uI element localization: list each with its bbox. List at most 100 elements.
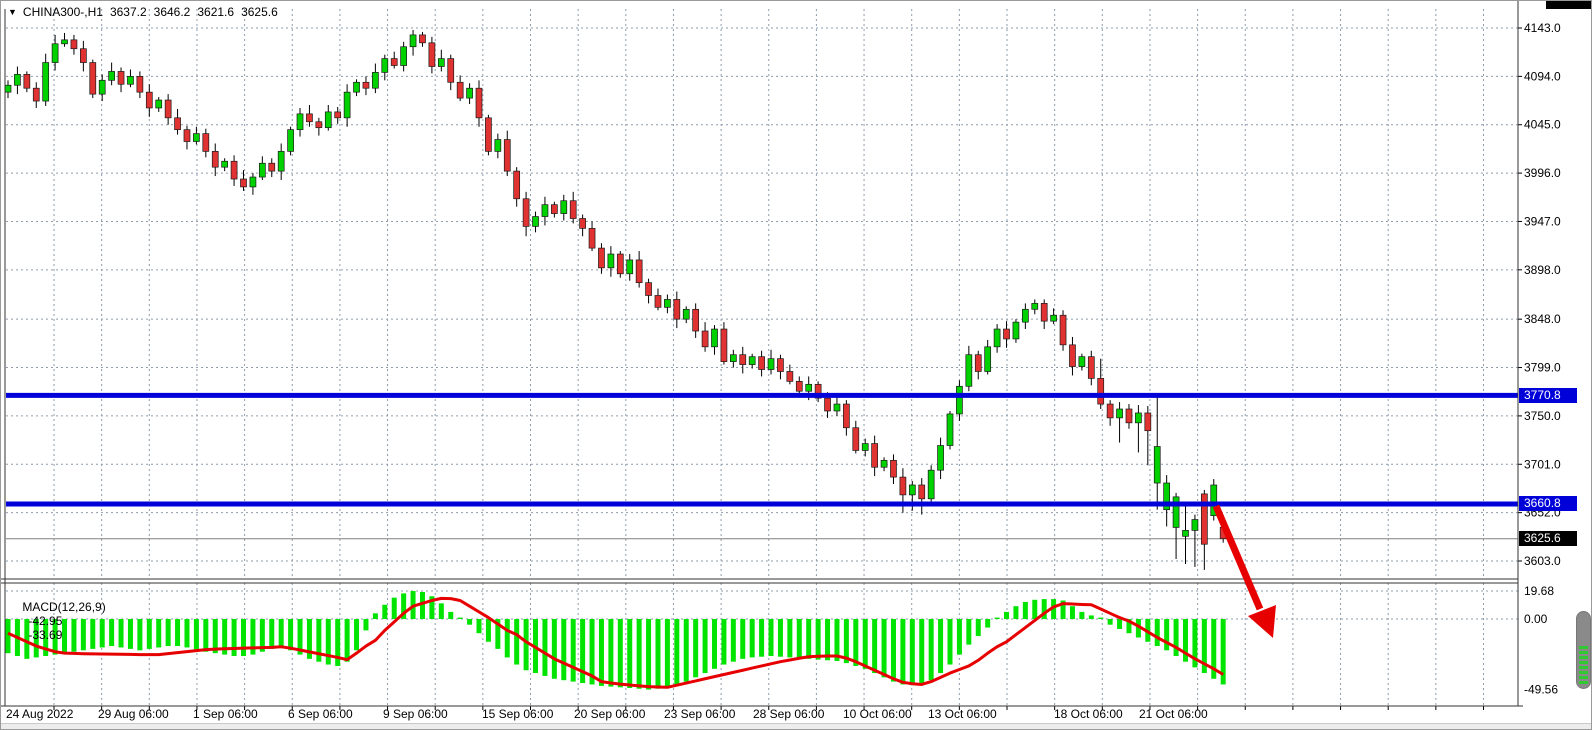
candle xyxy=(297,114,303,130)
candle xyxy=(457,82,463,98)
macd-bar xyxy=(769,619,774,656)
candle xyxy=(598,248,604,268)
price-tick-label: 3603.0 xyxy=(1524,554,1561,568)
candle xyxy=(316,122,322,128)
candle xyxy=(363,82,369,88)
price-tick-label: 3848.0 xyxy=(1524,312,1561,326)
support-price-tag[interactable]: 3660.8 xyxy=(1519,496,1577,511)
candle xyxy=(231,161,237,179)
candle xyxy=(1013,322,1019,339)
macd-tick-label: 19.68 xyxy=(1524,584,1554,598)
price-axis: 4143.04094.04045.03996.03947.03898.03848… xyxy=(1518,21,1561,697)
macd-bar xyxy=(1004,612,1009,619)
candle xyxy=(24,74,30,88)
candle xyxy=(1192,520,1198,531)
macd-bar xyxy=(467,619,472,625)
macd-bar xyxy=(599,619,604,686)
macd-bar xyxy=(166,619,171,646)
resistance-price-tag[interactable]: 3770.8 xyxy=(1519,388,1577,403)
candle xyxy=(664,299,670,307)
macd-bar xyxy=(279,619,284,647)
candle xyxy=(410,35,416,47)
candle xyxy=(306,114,312,122)
scrollbar-stripes-icon xyxy=(1579,646,1588,685)
macd-bar xyxy=(420,592,425,619)
candle xyxy=(485,118,491,152)
macd-bar xyxy=(137,619,142,650)
candle xyxy=(71,40,77,49)
candle xyxy=(1088,357,1094,379)
candle xyxy=(127,76,133,84)
macd-bar xyxy=(1013,606,1018,619)
candle xyxy=(712,329,718,347)
price-tick-label: 3947.0 xyxy=(1524,214,1561,228)
candle xyxy=(391,59,397,66)
ohlc-high: 3646.2 xyxy=(154,5,191,19)
chart-header: ▼ CHINA300-,H1 3637.2 3646.2 3621.6 3625… xyxy=(8,4,278,20)
macd-bar xyxy=(448,612,453,619)
macd-bar xyxy=(458,618,463,619)
macd-bar xyxy=(797,619,802,658)
macd-bar xyxy=(608,619,613,687)
candle xyxy=(372,72,378,88)
chart-canvas[interactable]: 4143.04094.04045.03996.03947.03898.03848… xyxy=(1,1,1592,730)
macd-bar xyxy=(109,619,114,646)
macd-bar xyxy=(740,619,745,659)
candle xyxy=(99,80,105,94)
candle xyxy=(834,404,840,411)
macd-bar xyxy=(957,619,962,655)
candle xyxy=(335,112,341,118)
macd-bar xyxy=(816,619,821,660)
macd-bar xyxy=(665,619,670,687)
candle xyxy=(5,85,11,92)
macd-bar xyxy=(439,603,444,619)
macd-bar xyxy=(759,619,764,657)
macd-bar xyxy=(571,619,576,682)
candle xyxy=(419,35,425,43)
candle xyxy=(250,177,256,187)
candle xyxy=(222,161,228,167)
candle xyxy=(1135,413,1141,423)
candle xyxy=(768,359,774,370)
ohlc-low: 3621.6 xyxy=(197,5,234,19)
candle xyxy=(1201,494,1207,544)
candle xyxy=(325,112,331,128)
candle xyxy=(938,446,944,471)
mt4-chart-window: 4143.04094.04045.03996.03947.03898.03848… xyxy=(0,0,1592,730)
down-arrow-annotation[interactable] xyxy=(1216,506,1276,638)
macd-bar xyxy=(288,619,293,650)
time-tick-label: 18 Oct 06:00 xyxy=(1054,707,1123,721)
candle xyxy=(966,355,972,387)
symbol-dropdown-icon[interactable]: ▼ xyxy=(8,7,17,17)
candle xyxy=(241,179,247,187)
time-tick-label: 24 Aug 2022 xyxy=(6,707,74,721)
macd-bar xyxy=(655,619,660,689)
candle xyxy=(947,414,953,446)
macd-bar xyxy=(542,619,547,676)
candle xyxy=(52,44,58,63)
macd-bar xyxy=(345,619,350,662)
price-tick-label: 4143.0 xyxy=(1524,21,1561,35)
axis-top-marker xyxy=(1546,1,1592,9)
candle xyxy=(1117,409,1123,418)
window-bottom-strip xyxy=(1,723,1592,730)
candle xyxy=(900,477,906,495)
candle xyxy=(109,71,115,80)
macd-bar xyxy=(778,619,783,657)
macd-bar xyxy=(194,619,199,650)
price-tick-label: 3996.0 xyxy=(1524,166,1561,180)
macd-bar xyxy=(618,619,623,687)
candle xyxy=(806,384,812,391)
macd-bar xyxy=(721,619,726,665)
macd-bar xyxy=(966,619,971,645)
macd-bar xyxy=(505,619,510,657)
macd-bar xyxy=(128,619,133,649)
candle xyxy=(118,71,124,84)
macd-bar xyxy=(995,618,1000,619)
candle xyxy=(1098,378,1104,404)
macd-bar xyxy=(524,619,529,670)
time-tick-label: 29 Aug 06:00 xyxy=(98,707,169,721)
scrollbar-thumb[interactable] xyxy=(1576,611,1591,689)
macd-bar xyxy=(561,619,566,680)
candle xyxy=(759,357,765,370)
